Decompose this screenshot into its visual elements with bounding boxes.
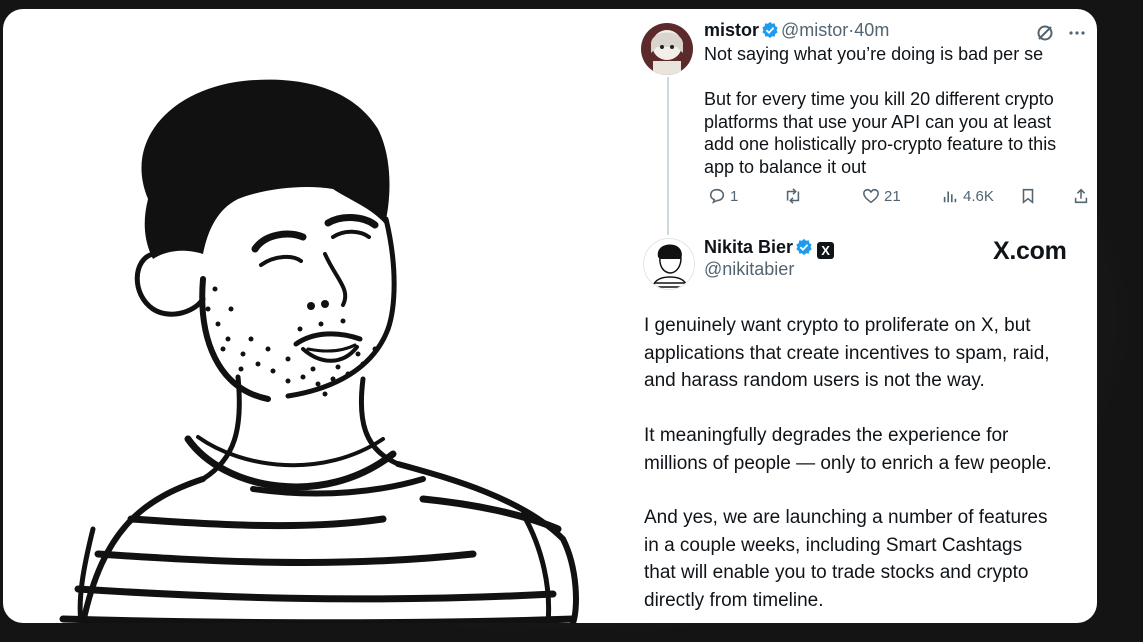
post-paragraph-2: It meaningfully degrades the experience … xyxy=(644,425,1052,474)
reply-author-handle[interactable]: @mistor xyxy=(781,20,848,40)
like-icon xyxy=(863,188,879,204)
bookmark-button[interactable] xyxy=(1019,187,1037,205)
post-paragraph-3: And yes, we are launching a number of fe… xyxy=(644,507,1048,611)
views-button[interactable]: 4.6K xyxy=(941,187,994,205)
nikitabier-avatar[interactable] xyxy=(643,238,695,290)
like-button[interactable]: 21 xyxy=(862,187,901,205)
screenshot-card: mistor @mistor·40m Not saying what you’re… xyxy=(3,9,1097,623)
thread-connector-line xyxy=(667,77,669,235)
x-badge-icon: X xyxy=(817,242,835,259)
views-icon xyxy=(943,191,957,203)
post-paragraph-1: I genuinely want crypto to proliferate o… xyxy=(644,315,1050,391)
reply-text-body: But for every time you kill 20 different… xyxy=(704,89,1057,177)
verified-badge-icon xyxy=(761,21,779,44)
mistor-avatar[interactable] xyxy=(641,23,693,75)
reply-author-name[interactable]: mistor xyxy=(704,20,759,40)
repost-icon xyxy=(786,188,800,204)
sketch-illustration xyxy=(59,79,579,623)
reply-text-line1: Not saying what you’re doing is bad per … xyxy=(704,44,1044,64)
views-count: 4.6K xyxy=(963,187,994,205)
repost-button[interactable] xyxy=(783,187,807,205)
more-icon[interactable] xyxy=(1067,23,1087,48)
x-com-watermark: X.com xyxy=(993,237,1067,265)
avatar-image xyxy=(641,23,693,75)
verified-badge-icon xyxy=(795,238,813,261)
reply-action-bar: 1 21 4.6K xyxy=(708,187,1090,209)
share-icon xyxy=(1074,188,1088,204)
bookmark-icon xyxy=(1022,188,1034,204)
avatar-image xyxy=(644,239,694,289)
post-header: Nikita Bier X xyxy=(704,237,835,261)
reply-header: mistor @mistor·40m xyxy=(704,20,889,44)
reply-button[interactable]: 1 xyxy=(708,187,738,205)
reply-count: 1 xyxy=(730,187,739,205)
reply-icon xyxy=(709,188,725,204)
like-count: 21 xyxy=(884,187,901,205)
post-author-handle[interactable]: @nikitabier xyxy=(704,259,794,280)
reply-timestamp[interactable]: 40m xyxy=(854,20,889,40)
share-button[interactable] xyxy=(1072,187,1090,205)
post-author-name[interactable]: Nikita Bier xyxy=(704,237,793,257)
